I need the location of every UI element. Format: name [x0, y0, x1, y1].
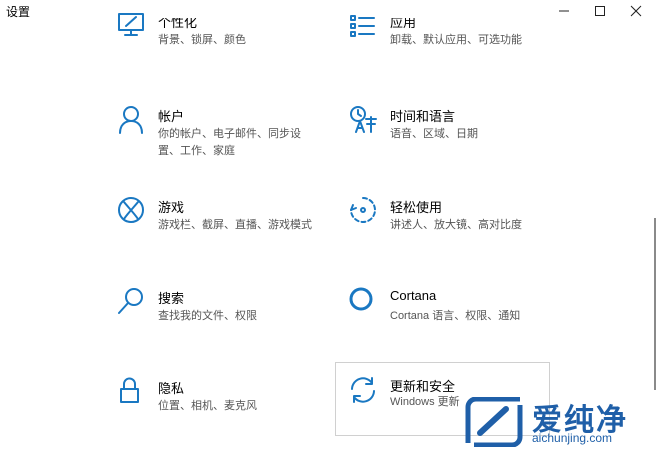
- search-icon: [116, 286, 146, 316]
- maximize-icon: [595, 6, 605, 16]
- time-language-icon: [348, 104, 378, 134]
- tile-name: 更新和安全: [390, 379, 456, 394]
- close-icon: [630, 5, 642, 17]
- close-button[interactable]: [618, 0, 654, 22]
- maximize-button[interactable]: [582, 0, 618, 22]
- accounts-icon: [116, 104, 146, 134]
- ease-of-access-icon: [348, 195, 378, 225]
- watermark: 爱纯净 aichunjing.com: [458, 389, 659, 451]
- tile-time-language[interactable]: 时间和语言 语音、区域、日期: [348, 104, 563, 170]
- scrollbar[interactable]: [654, 218, 656, 390]
- tile-name: 应用: [390, 15, 417, 30]
- tile-accounts[interactable]: 帐户 你的帐户、电子邮件、同步设置、工作、家庭: [116, 104, 331, 170]
- tile-desc: 位置、相机、麦克风: [158, 400, 257, 412]
- tile-desc: 卸载、默认应用、可选功能: [390, 34, 522, 46]
- tile-name: 搜索: [158, 291, 185, 306]
- cortana-icon: [348, 286, 378, 316]
- tile-desc: Cortana 语言、权限、通知: [390, 310, 521, 322]
- tile-desc: 讲述人、放大镜、高对比度: [390, 219, 522, 231]
- update-icon: [348, 375, 378, 405]
- tile-name: 帐户: [158, 109, 185, 124]
- tile-privacy[interactable]: 隐私 位置、相机、麦克风: [116, 376, 331, 442]
- watermark-url: aichunjing.com: [532, 431, 613, 445]
- lock-icon: [116, 376, 146, 406]
- tile-name: 游戏: [158, 200, 185, 215]
- tile-name: 个性化: [158, 15, 198, 30]
- tile-gaming[interactable]: 游戏 游戏栏、截屏、直播、游戏模式: [116, 195, 331, 261]
- window-title: 设置: [6, 5, 31, 19]
- tile-desc: 你的帐户、电子邮件、同步设置、工作、家庭: [158, 128, 301, 157]
- tile-desc: 查找我的文件、权限: [158, 310, 257, 322]
- tile-name: Cortana: [390, 288, 437, 303]
- tile-cortana[interactable]: Cortana Cortana 语言、权限、通知: [348, 286, 563, 352]
- tile-search[interactable]: 搜索 查找我的文件、权限: [116, 286, 331, 352]
- watermark-logo: [465, 397, 523, 447]
- tile-ease-of-access[interactable]: 轻松使用 讲述人、放大镜、高对比度: [348, 195, 563, 261]
- apps-icon: [348, 10, 378, 40]
- personalization-icon: [116, 10, 146, 40]
- tile-personalization[interactable]: 个性化 背景、锁屏、颜色: [116, 10, 331, 76]
- tile-name: 时间和语言: [390, 109, 456, 124]
- tile-desc: 游戏栏、截屏、直播、游戏模式: [158, 219, 312, 231]
- tile-apps[interactable]: 应用 卸载、默认应用、可选功能: [348, 10, 563, 76]
- tile-desc: 语音、区域、日期: [390, 128, 478, 140]
- tile-name: 隐私: [158, 381, 185, 396]
- tile-desc: 背景、锁屏、颜色: [158, 34, 246, 46]
- xbox-icon: [116, 195, 146, 225]
- tile-name: 轻松使用: [390, 200, 443, 215]
